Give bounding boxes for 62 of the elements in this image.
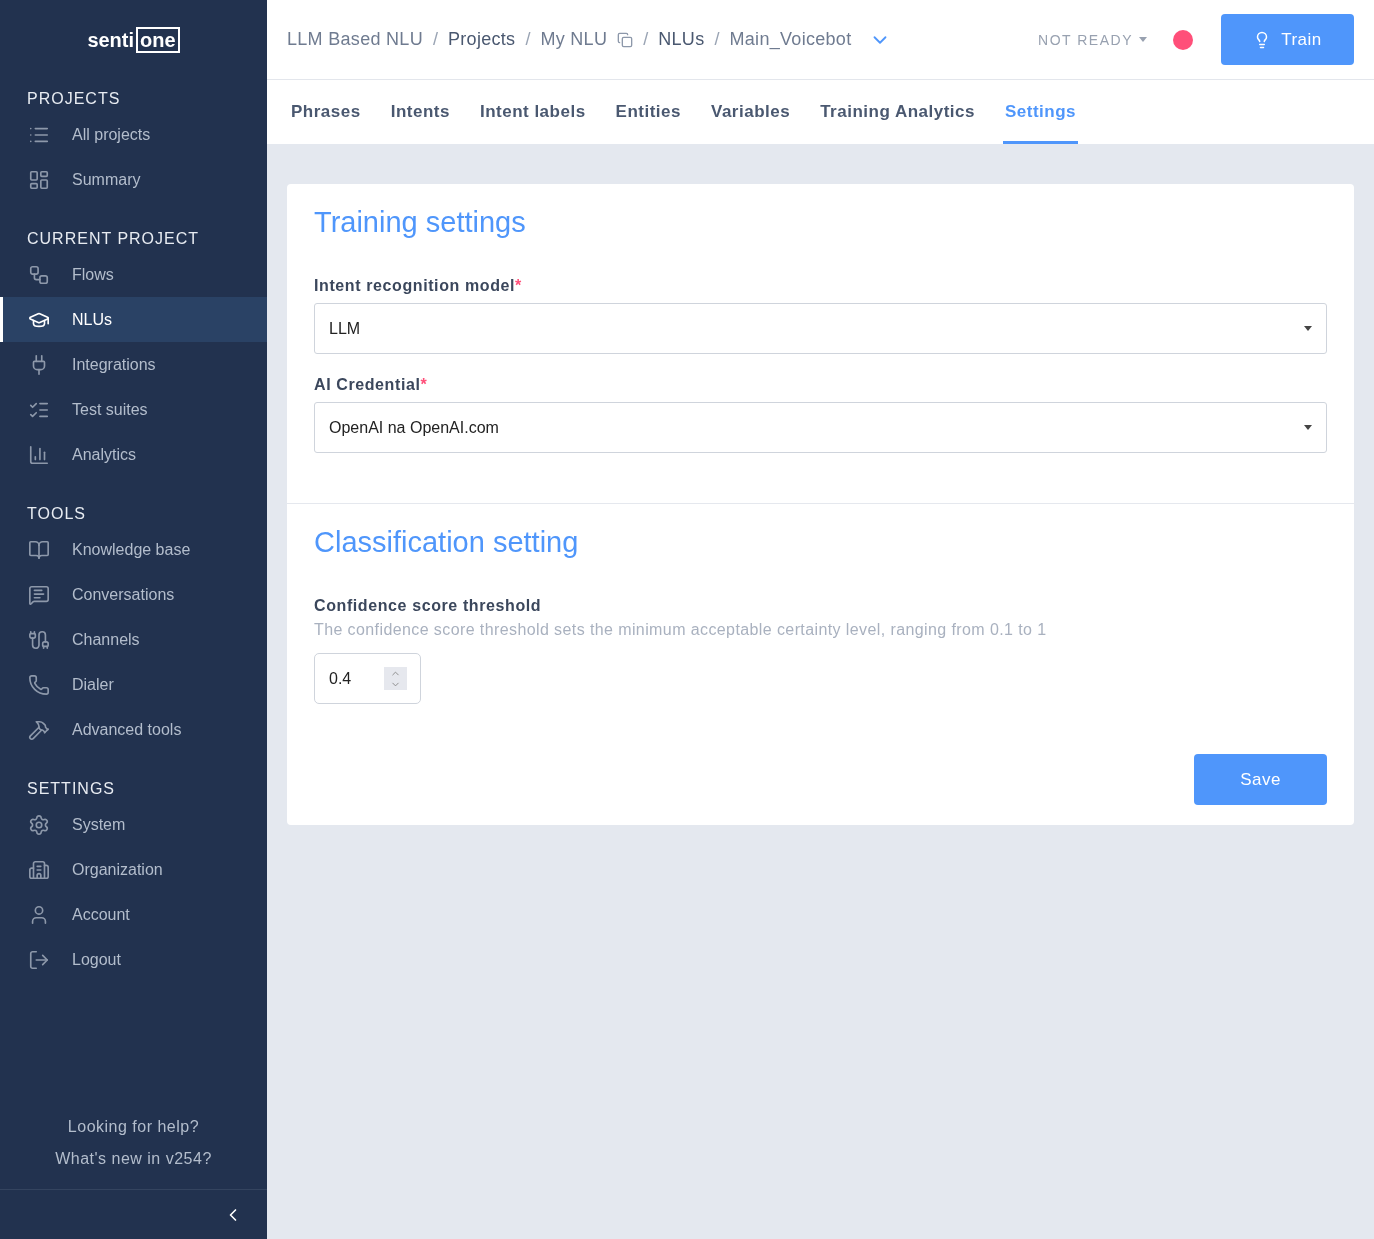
breadcrumb-link[interactable]: My NLU [540, 29, 608, 50]
sidebar-item[interactable]: NLUs [0, 297, 267, 342]
section-heading: CURRENT PROJECT [26, 229, 201, 249]
field-hint: The confidence score threshold sets the minimum acceptable certainty level, ranging from 0.1 to 1 [314, 621, 1048, 639]
sidebar-item[interactable]: Test suites [0, 387, 267, 432]
tab[interactable]: Variables [709, 80, 793, 144]
copy-icon[interactable] [617, 31, 634, 48]
sidebar-item[interactable]: Analytics [0, 432, 267, 477]
tab[interactable]: Phrases [289, 80, 363, 144]
caret-icon [1139, 37, 1147, 42]
flowchart-icon [28, 263, 50, 286]
logout-icon [28, 948, 50, 971]
phone-icon [28, 673, 50, 696]
caret-icon [1304, 326, 1312, 331]
section-title: Classification setting [314, 526, 580, 559]
tab[interactable]: Intent labels [477, 80, 588, 144]
sidebar-item[interactable]: Account [0, 892, 267, 937]
cable-icon [28, 628, 50, 651]
sidebar-item[interactable]: Channels [0, 617, 267, 662]
section-heading: PROJECTS [26, 89, 122, 109]
select-field[interactable]: LLM [314, 303, 1327, 354]
settings-icon [28, 813, 50, 836]
dashboard-icon [28, 168, 50, 191]
building-icon [28, 858, 50, 881]
help-link[interactable]: What's new in v254? [0, 1143, 267, 1175]
sidebar-item[interactable]: Organization [0, 847, 267, 892]
sidebar-item[interactable]: Conversations [0, 572, 267, 617]
breadcrumb-separator: / [432, 29, 438, 50]
tab[interactable]: Intents [388, 80, 452, 144]
sidebar-item[interactable]: Knowledge base [0, 527, 267, 572]
sidebar-item[interactable]: Integrations [0, 342, 267, 387]
bar-chart-icon [28, 443, 50, 466]
number-field[interactable]: 0.4 [314, 653, 421, 704]
breadcrumb-link[interactable]: Main_Voicebot [729, 29, 852, 50]
section-heading: SETTINGS [26, 779, 116, 799]
section-title: Training settings [314, 206, 527, 239]
book-icon [28, 538, 50, 561]
sidebar-item[interactable]: Dialer [0, 662, 267, 707]
chat-icon [28, 583, 50, 606]
field-label: Confidence score threshold [314, 597, 543, 615]
select-field[interactable]: OpenAI na OpenAI.com [314, 402, 1327, 453]
sidebar-item[interactable]: System [0, 802, 267, 847]
tools-icon [28, 718, 50, 741]
help-link[interactable]: Looking for help? [0, 1111, 267, 1143]
tab[interactable]: Entities [613, 80, 683, 144]
sidebar-item[interactable]: Summary [0, 157, 267, 202]
caret-icon [1304, 425, 1312, 430]
logo: senti one [87, 27, 180, 53]
breadcrumb-separator: / [714, 29, 720, 50]
breadcrumb-separator: / [525, 29, 531, 50]
breadcrumb-separator: / [643, 29, 649, 50]
sidebar-item[interactable]: Advanced tools [0, 707, 267, 752]
sidebar-item[interactable]: Flows [0, 252, 267, 297]
breadcrumb-link[interactable]: Projects [448, 29, 516, 50]
breadcrumb-link[interactable]: NLUs [658, 29, 705, 50]
breadcrumb-link[interactable]: LLM Based NLU [287, 29, 423, 50]
sidebar-item[interactable]: All projects [0, 112, 267, 157]
tab[interactable]: Training Analytics [818, 80, 977, 144]
field-label: AI Credential* [314, 376, 429, 394]
field-label: Intent recognition model* [314, 277, 523, 295]
section-heading: TOOLS [26, 504, 87, 524]
sidebar-item[interactable]: Logout [0, 937, 267, 982]
